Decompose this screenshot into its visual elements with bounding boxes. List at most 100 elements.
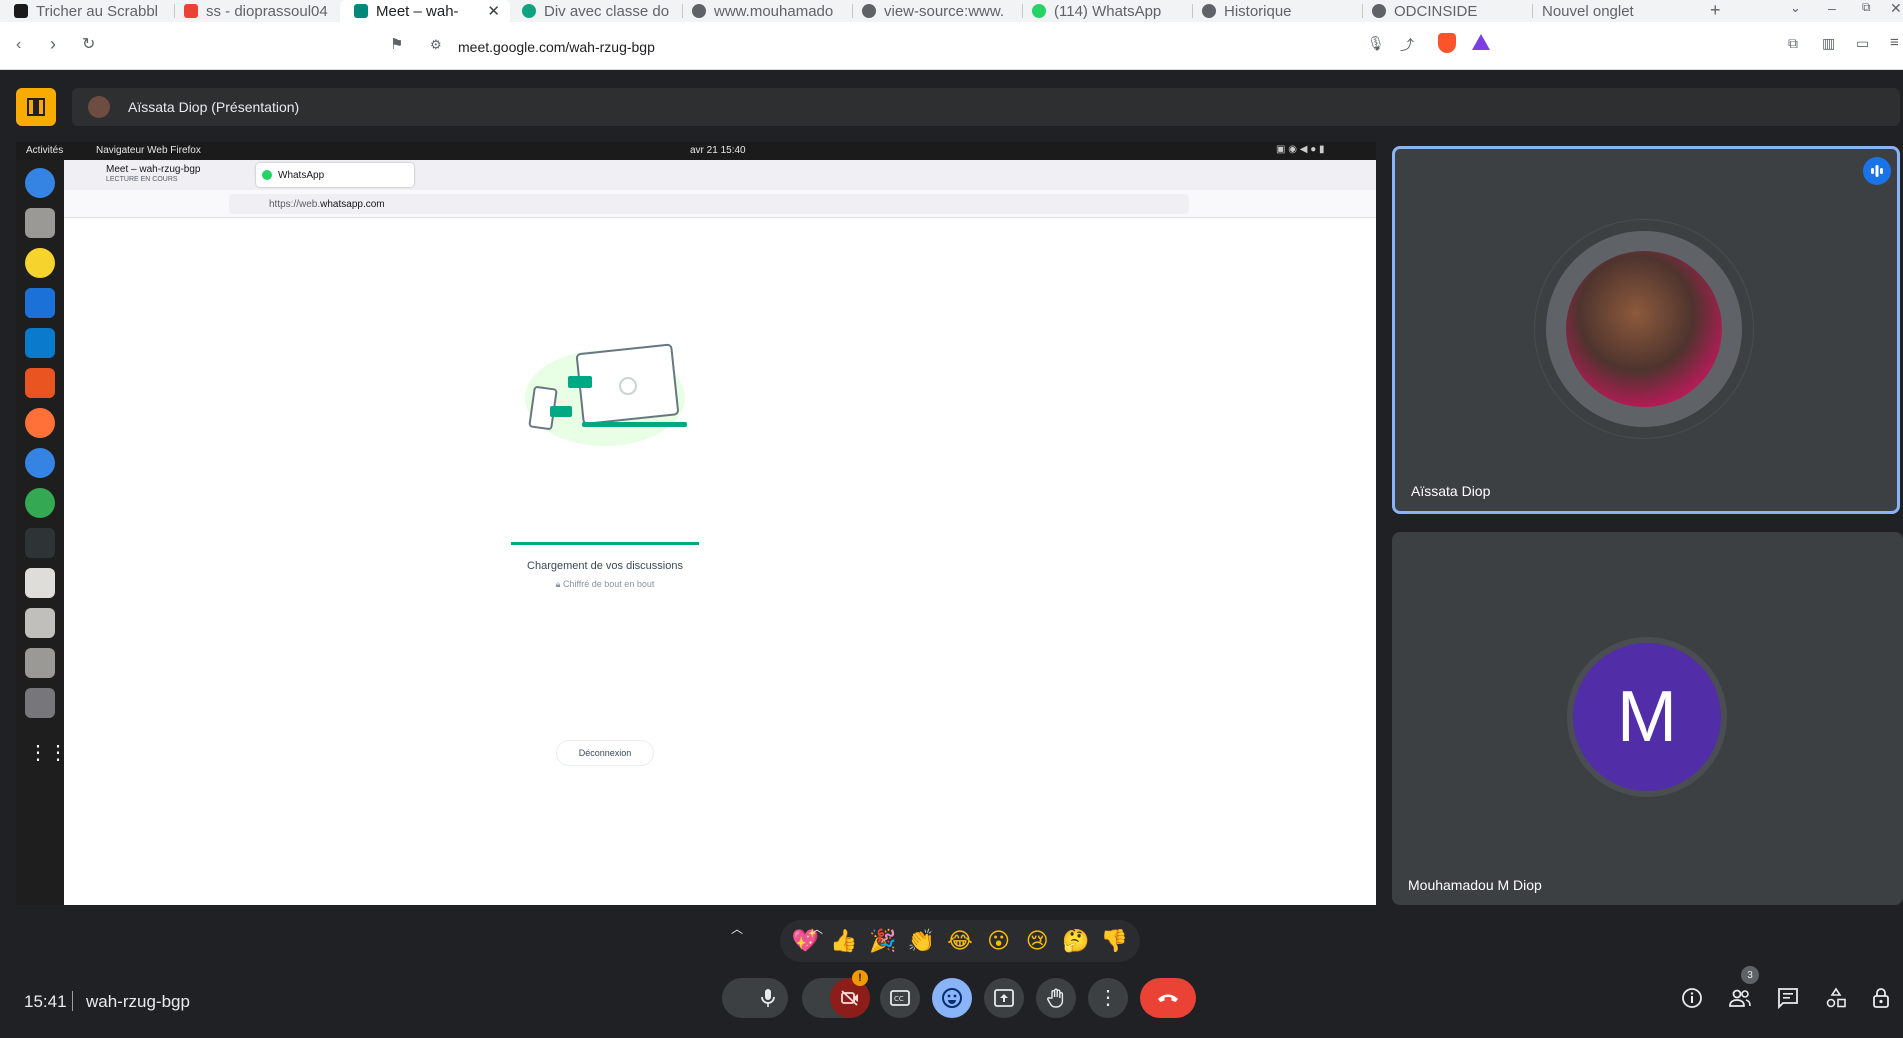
reaction-thumbs-up[interactable]: 👍 xyxy=(826,929,862,954)
mic-options-chevron-icon[interactable]: ︿ xyxy=(726,908,748,948)
globe-icon xyxy=(692,4,706,18)
reaction-clap[interactable]: 👏 xyxy=(903,929,939,954)
browser-tab[interactable]: Div avec classe do xyxy=(522,0,672,22)
avatar: M xyxy=(1573,643,1721,791)
extensions-icon[interactable]: ⧉ xyxy=(1788,35,1798,52)
microphone-button[interactable] xyxy=(752,982,784,1014)
reaction-sad[interactable]: 😢 xyxy=(1019,929,1055,954)
tab-separator xyxy=(682,4,683,18)
browser-tab-active[interactable]: Meet – wah- ✕ xyxy=(340,0,510,22)
forward-icon[interactable]: › xyxy=(50,34,56,55)
activities-label: Activités xyxy=(26,145,64,156)
tab-separator xyxy=(1362,4,1363,18)
browser-tab[interactable]: www.mouhamado xyxy=(692,0,852,22)
raise-hand-button[interactable] xyxy=(1036,978,1076,1018)
chat-button[interactable] xyxy=(1772,982,1804,1014)
host-controls-button[interactable] xyxy=(1866,982,1898,1014)
emoji-icon xyxy=(942,988,962,1008)
new-tab-icon[interactable]: + xyxy=(1710,0,1721,21)
browser-tab[interactable]: view-source:www. xyxy=(862,0,1017,22)
logout-button: Déconnexion xyxy=(556,740,654,766)
whatsapp-illustration xyxy=(520,340,690,450)
presentation-logo-icon xyxy=(16,88,56,126)
rhythmbox-icon xyxy=(25,248,55,278)
text-editor-icon xyxy=(25,648,55,678)
sidebar-icon[interactable]: ▥ xyxy=(1822,35,1835,52)
camera-options-chevron-icon[interactable]: ︿ xyxy=(806,908,828,948)
reactions-button[interactable] xyxy=(932,978,972,1018)
browser-tab[interactable]: Nouvel onglet xyxy=(1542,0,1692,22)
chevron-down-icon[interactable]: ⌄ xyxy=(1790,0,1801,16)
browser-tab[interactable]: Tricher au Scrabbl xyxy=(14,0,164,22)
info-icon xyxy=(1682,988,1702,1008)
site-settings-icon[interactable]: ⚙ xyxy=(430,37,442,53)
whatsapp-icon xyxy=(262,170,272,180)
microphone-icon[interactable]: 🎙 xyxy=(1367,35,1385,52)
wallet-icon[interactable]: ▭ xyxy=(1856,35,1869,52)
reaction-thumbs-down[interactable]: 👎 xyxy=(1097,929,1133,954)
svg-text:CC: CC xyxy=(894,995,904,1003)
brave-rewards-icon[interactable] xyxy=(1472,34,1490,50)
chat-icon xyxy=(1778,988,1798,1009)
menu-icon[interactable]: ≡ xyxy=(1890,34,1899,51)
participant-tile[interactable]: M Mouhamadou M Diop xyxy=(1392,532,1903,905)
browser-tab[interactable]: Historique xyxy=(1202,0,1357,22)
meet-icon xyxy=(354,4,368,18)
close-window-icon[interactable]: ✕ xyxy=(1890,0,1902,17)
participant-count-badge: 3 xyxy=(1741,966,1759,984)
help-icon xyxy=(25,448,55,478)
reload-icon[interactable]: ↻ xyxy=(82,34,95,54)
url-text[interactable]: meet.google.com/wah-rzug-bgp xyxy=(458,39,655,55)
bookmark-icon[interactable]: ⚑ xyxy=(390,35,403,53)
firefox-tab-strip: Meet – wah-rzug-bgp LECTURE EN COURS Wha… xyxy=(64,160,1376,190)
meeting-details-button[interactable] xyxy=(1676,982,1708,1014)
more-options-button[interactable]: ⋮ xyxy=(1088,978,1128,1018)
chatgpt-icon xyxy=(522,4,536,18)
tab-separator xyxy=(1532,4,1533,18)
globe-icon xyxy=(862,4,876,18)
clock: 15:41 xyxy=(24,992,67,1011)
shapes-icon xyxy=(1826,987,1846,1008)
url-prefix: https://web. xyxy=(269,198,321,210)
captions-button[interactable]: CC xyxy=(880,978,920,1018)
loading-progress-bar xyxy=(511,542,699,545)
microphone-icon xyxy=(761,989,775,1007)
participant-tile-active[interactable]: Aïssata Diop xyxy=(1392,146,1900,514)
history-icon xyxy=(1202,4,1216,18)
reaction-laugh[interactable]: 😂 xyxy=(942,929,978,954)
archive-icon xyxy=(25,608,55,638)
vscode-icon xyxy=(25,328,55,358)
reaction-surprised[interactable]: 😮 xyxy=(981,929,1017,954)
leave-call-button[interactable] xyxy=(1140,978,1196,1018)
reaction-thinking[interactable]: 🤔 xyxy=(1058,929,1094,954)
close-tab-icon[interactable]: ✕ xyxy=(487,2,500,20)
activities-button[interactable] xyxy=(1820,982,1852,1014)
gmail-icon xyxy=(184,4,198,18)
hand-icon xyxy=(1047,988,1064,1008)
presenter-avatar xyxy=(88,96,110,118)
minimize-icon[interactable]: – xyxy=(1828,0,1836,16)
datetime-label: avr 21 15:40 xyxy=(690,145,746,156)
scrabble-icon xyxy=(14,4,28,18)
camera-off-icon xyxy=(841,990,858,1006)
closed-captions-icon: CC xyxy=(890,990,910,1006)
ubuntu-dock: ⋮⋮⋮ xyxy=(16,160,88,905)
back-icon[interactable]: ‹ xyxy=(16,36,21,54)
more-vert-icon: ⋮ xyxy=(1098,987,1118,1009)
tab-separator xyxy=(1192,4,1193,18)
warning-badge-icon: ! xyxy=(852,970,868,986)
reaction-party[interactable]: 🎉 xyxy=(865,929,901,954)
present-button[interactable] xyxy=(984,978,1024,1018)
presenter-bar: Aïssata Diop (Présentation) xyxy=(72,88,1900,126)
share-icon[interactable]: ⤴ xyxy=(1400,35,1414,55)
browser-tab[interactable]: ss - dioprassoul04 xyxy=(184,0,329,22)
software-icon xyxy=(25,368,55,398)
browser-tab[interactable]: (114) WhatsApp xyxy=(1032,0,1192,22)
encryption-note: 🔒︎ Chiffré de bout en bout xyxy=(455,579,755,590)
browser-tab-strip: Tricher au Scrabbl ss - dioprassoul04 Me… xyxy=(0,0,1903,22)
restore-icon[interactable]: ⧉ xyxy=(1862,0,1871,15)
brave-shield-icon[interactable] xyxy=(1438,33,1456,53)
firefox-tab-label: WhatsApp xyxy=(278,169,325,181)
people-button[interactable] xyxy=(1724,982,1756,1014)
browser-tab[interactable]: ODCINSIDE xyxy=(1372,0,1527,22)
